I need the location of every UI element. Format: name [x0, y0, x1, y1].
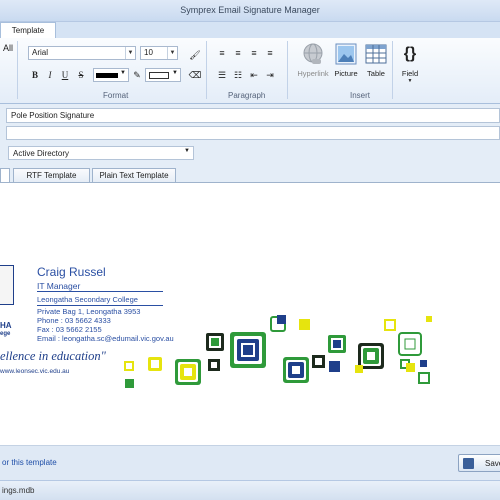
justify-icon[interactable]: ≡ — [263, 46, 277, 60]
font-size-value: 10 — [144, 48, 153, 57]
italic-button[interactable]: I — [43, 68, 57, 82]
ribbon-tab-row — [0, 22, 500, 38]
status-file: ings.mdb — [2, 486, 35, 495]
chevron-down-icon[interactable]: ▼ — [120, 70, 126, 76]
decorative-squares — [124, 315, 432, 388]
format-painter-icon[interactable]: 🖌 — [188, 48, 202, 62]
outdent-icon[interactable]: ⇤ — [247, 68, 261, 82]
field-braces-icon: {} — [403, 45, 417, 62]
font-name-combo[interactable]: Arial ▼ — [28, 46, 136, 60]
bold-button[interactable]: B — [28, 68, 42, 82]
field-label: Field — [401, 69, 419, 78]
description-field[interactable] — [6, 126, 500, 140]
divider — [287, 41, 288, 99]
divider — [17, 41, 18, 99]
chevron-down-icon[interactable]: ▼ — [184, 148, 190, 154]
signature-preview[interactable]: HA ege Craig Russel IT Manager Leongatha… — [0, 182, 500, 446]
bottom-bar: or this template Save — [0, 446, 500, 480]
highlight-swatch — [149, 72, 169, 79]
align-right-icon[interactable]: ≡ — [247, 46, 261, 60]
globe-icon — [301, 42, 325, 66]
highlight-icon[interactable]: ✎ — [130, 68, 144, 82]
template-name-field[interactable]: Pole Position Signature — [6, 108, 500, 123]
field-button[interactable]: {} Field ▼ — [396, 42, 424, 84]
chevron-down-icon: ▼ — [407, 78, 413, 84]
square-motif — [124, 315, 432, 388]
template-help-link[interactable]: or this template — [2, 458, 57, 467]
source-select-value: Active Directory — [13, 149, 70, 158]
chevron-down-icon[interactable]: ▼ — [172, 70, 178, 76]
tab-template[interactable]: Template — [0, 22, 56, 38]
group-label-format: Format — [103, 91, 129, 100]
save-button-label: Save — [485, 459, 500, 468]
window-title: Symprex Email Signature Manager — [180, 5, 320, 15]
chevron-down-icon[interactable]: ▼ — [125, 47, 135, 59]
highlight-color-picker[interactable]: ▼ — [145, 68, 181, 82]
hyperlink-button[interactable]: Hyperlink — [293, 42, 333, 78]
tab-rtf-template[interactable]: RTF Template — [13, 168, 90, 182]
strikethrough-button[interactable]: S — [74, 68, 88, 82]
picture-icon — [334, 42, 358, 66]
indent-icon[interactable]: ⇥ — [263, 68, 277, 82]
tab-plain-text-template[interactable]: Plain Text Template — [92, 168, 176, 182]
select-all-button[interactable]: All — [3, 43, 13, 53]
status-bar: ings.mdb — [0, 480, 500, 500]
underline-button[interactable]: U — [58, 68, 72, 82]
save-button[interactable]: Save — [458, 454, 500, 472]
title-bar: Symprex Email Signature Manager — [0, 0, 500, 22]
font-size-combo[interactable]: 10 ▼ — [140, 46, 178, 60]
align-center-icon[interactable]: ≡ — [231, 46, 245, 60]
bullet-list-icon[interactable]: ☰ — [215, 68, 229, 82]
tab-html-template[interactable] — [0, 168, 10, 182]
table-button[interactable]: Table — [363, 42, 389, 78]
chevron-down-icon[interactable]: ▼ — [167, 47, 177, 59]
hyperlink-label: Hyperlink — [297, 69, 329, 78]
group-label-insert: Insert — [350, 91, 371, 100]
clear-formatting-icon[interactable]: ⌫ — [188, 68, 202, 82]
source-select[interactable]: Active Directory ▼ — [8, 146, 194, 160]
font-color-picker[interactable]: ▼ — [93, 68, 129, 82]
font-name-value: Arial — [32, 48, 49, 57]
group-label-paragraph: Paragraph — [228, 91, 266, 100]
picture-label: Picture — [334, 69, 358, 78]
table-label: Table — [367, 69, 385, 78]
color-swatch — [96, 73, 118, 78]
numbered-list-icon[interactable]: ☷ — [231, 68, 245, 82]
table-icon — [364, 42, 388, 66]
divider — [392, 41, 393, 99]
floppy-disk-icon — [463, 458, 474, 469]
ribbon: All Arial ▼ 10 ▼ B I U S ▼ ✎ ▼ 🖌 ⌫ Forma… — [0, 38, 500, 104]
divider — [206, 41, 207, 99]
align-left-icon[interactable]: ≡ — [215, 46, 229, 60]
picture-button[interactable]: Picture — [332, 42, 360, 78]
